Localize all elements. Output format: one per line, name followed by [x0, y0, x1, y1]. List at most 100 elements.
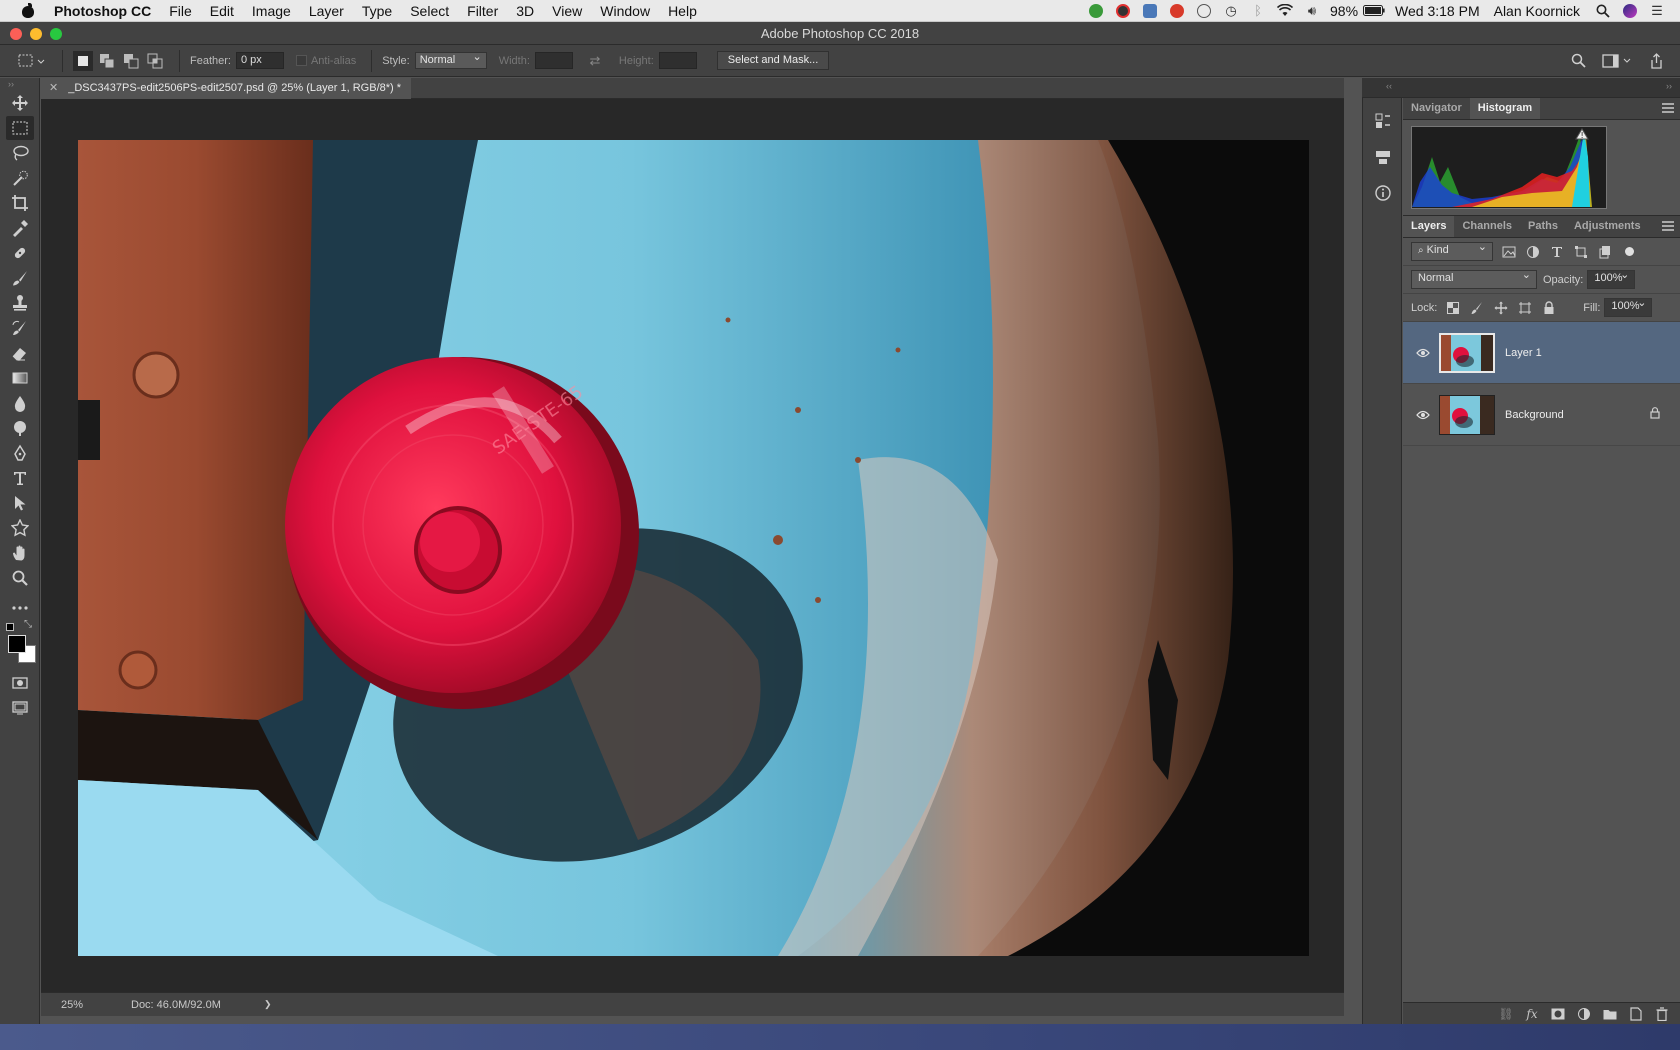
- info-panel-icon[interactable]: [1370, 180, 1396, 206]
- document-tab[interactable]: ✕ _DSC3437PS-edit2506PS-edit2507.psd @ 2…: [41, 78, 412, 99]
- lock-image-pixels-icon[interactable]: [1469, 300, 1485, 316]
- select-and-mask-button[interactable]: Select and Mask...: [716, 51, 830, 70]
- path-selection-tool-icon[interactable]: [6, 491, 34, 515]
- new-group-folder-icon[interactable]: [1602, 1006, 1618, 1022]
- tab-adjustments[interactable]: Adjustments: [1566, 216, 1649, 237]
- tab-layers[interactable]: Layers: [1403, 216, 1455, 237]
- image-canvas[interactable]: SAE-STE-65: [78, 140, 1309, 956]
- notification-center-icon[interactable]: ☰: [1648, 3, 1666, 19]
- share-icon[interactable]: [1646, 51, 1666, 71]
- lasso-tool-icon[interactable]: [6, 141, 34, 165]
- collapse-dock-icon[interactable]: ‹‹: [1386, 81, 1392, 91]
- layer-style-fx-icon[interactable]: fx: [1524, 1006, 1540, 1022]
- tab-channels[interactable]: Channels: [1454, 216, 1520, 237]
- lock-transparent-pixels-icon[interactable]: [1445, 300, 1461, 316]
- menu-file[interactable]: File: [169, 3, 192, 19]
- width-input[interactable]: [534, 52, 573, 69]
- lock-position-icon[interactable]: [1493, 300, 1509, 316]
- default-colors-icon[interactable]: [6, 623, 14, 631]
- rectangular-marquee-tool-icon[interactable]: [6, 116, 34, 140]
- menu-edit[interactable]: Edit: [210, 3, 234, 19]
- new-selection-icon[interactable]: [73, 50, 93, 71]
- layer-filter-kind-select[interactable]: ⌕ Kind: [1411, 240, 1493, 261]
- subtract-from-selection-icon[interactable]: [121, 51, 141, 71]
- foreground-color-swatch[interactable]: [8, 635, 26, 653]
- brush-tool-icon[interactable]: [6, 266, 34, 290]
- layer-name[interactable]: Layer 1: [1505, 347, 1542, 359]
- layer-name[interactable]: Background: [1505, 409, 1564, 421]
- swap-width-height-icon[interactable]: ⇄: [585, 51, 605, 71]
- height-input[interactable]: [658, 52, 697, 69]
- eraser-tool-icon[interactable]: [6, 341, 34, 365]
- search-icon[interactable]: [1568, 51, 1588, 71]
- lock-all-icon[interactable]: [1541, 300, 1557, 316]
- dodge-tool-icon[interactable]: [6, 416, 34, 440]
- status-app-blue-icon[interactable]: [1141, 3, 1159, 19]
- eyedropper-tool-icon[interactable]: [6, 216, 34, 240]
- delete-layer-trash-icon[interactable]: [1654, 1006, 1670, 1022]
- menu-layer[interactable]: Layer: [309, 3, 344, 19]
- move-tool-icon[interactable]: [6, 91, 34, 115]
- new-adjustment-layer-icon[interactable]: [1576, 1006, 1592, 1022]
- layer-thumbnail[interactable]: [1439, 394, 1495, 435]
- status-creative-cloud-icon[interactable]: [1114, 3, 1132, 19]
- status-app-red-icon[interactable]: [1168, 3, 1186, 19]
- siri-icon[interactable]: [1621, 3, 1639, 19]
- history-panel-icon[interactable]: [1370, 108, 1396, 134]
- layers-panel-menu-icon[interactable]: [1662, 221, 1674, 231]
- quick-selection-tool-icon[interactable]: [6, 166, 34, 190]
- menu-view[interactable]: View: [552, 3, 582, 19]
- anti-alias-checkbox[interactable]: [295, 55, 307, 66]
- status-info-arrow-icon[interactable]: ❯: [264, 999, 272, 1010]
- menubar-clock[interactable]: Wed 3:18 PM: [1395, 3, 1480, 19]
- filter-shape-layers-icon[interactable]: [1573, 244, 1589, 260]
- lock-artboard-icon[interactable]: [1517, 300, 1533, 316]
- bluetooth-icon[interactable]: ᛒ: [1249, 3, 1267, 19]
- menubar-user[interactable]: Alan Koornick: [1494, 3, 1580, 19]
- add-layer-mask-icon[interactable]: [1550, 1006, 1566, 1022]
- apple-logo-icon[interactable]: [20, 2, 36, 19]
- add-to-selection-icon[interactable]: [97, 51, 117, 71]
- history-brush-tool-icon[interactable]: [6, 316, 34, 340]
- menu-type[interactable]: Type: [362, 3, 392, 19]
- pen-tool-icon[interactable]: [6, 441, 34, 465]
- feather-input[interactable]: 0 px: [235, 52, 284, 69]
- filter-pixel-layers-icon[interactable]: [1501, 244, 1517, 260]
- zoom-window-button[interactable]: [50, 28, 62, 40]
- layer-visibility-eye-icon[interactable]: [1411, 410, 1435, 420]
- menu-window[interactable]: Window: [600, 3, 650, 19]
- tools-collapse-icon[interactable]: ››: [0, 78, 39, 90]
- screen-mode-icon[interactable]: [6, 696, 34, 720]
- spotlight-search-icon[interactable]: [1594, 3, 1612, 19]
- more-tools-icon[interactable]: [6, 596, 34, 620]
- custom-shape-tool-icon[interactable]: [6, 516, 34, 540]
- swap-colors-icon[interactable]: ⤡: [24, 619, 32, 630]
- fill-input[interactable]: 100%: [1604, 296, 1653, 317]
- blend-mode-select[interactable]: Normal: [1411, 268, 1537, 289]
- gradient-tool-icon[interactable]: [6, 366, 34, 390]
- status-alert-icon[interactable]: [1195, 3, 1213, 19]
- intersect-selection-icon[interactable]: [145, 51, 165, 71]
- layer-visibility-eye-icon[interactable]: [1411, 348, 1435, 358]
- collapse-panels-icon[interactable]: ››: [1666, 81, 1672, 91]
- status-app-green-icon[interactable]: [1087, 3, 1105, 19]
- minimize-window-button[interactable]: [30, 28, 42, 40]
- tab-paths[interactable]: Paths: [1520, 216, 1566, 237]
- workspace-switcher-icon[interactable]: [1600, 51, 1634, 71]
- blur-tool-icon[interactable]: [6, 391, 34, 415]
- volume-icon[interactable]: 🔊︎: [1303, 3, 1321, 19]
- close-document-icon[interactable]: ✕: [49, 78, 58, 99]
- filter-smart-objects-icon[interactable]: [1597, 244, 1613, 260]
- menu-3d[interactable]: 3D: [516, 3, 534, 19]
- tab-histogram[interactable]: Histogram: [1469, 98, 1541, 119]
- layer-row-background[interactable]: Background: [1403, 384, 1680, 446]
- zoom-tool-icon[interactable]: [6, 566, 34, 590]
- layer-row-layer-1[interactable]: Layer 1: [1403, 322, 1680, 384]
- crop-tool-icon[interactable]: [6, 191, 34, 215]
- filter-type-layers-icon[interactable]: [1549, 244, 1565, 260]
- layer-thumbnail[interactable]: [1439, 332, 1495, 373]
- tab-navigator[interactable]: Navigator: [1403, 98, 1470, 119]
- filter-adjustment-layers-icon[interactable]: [1525, 244, 1541, 260]
- panels-collapse-bar[interactable]: ‹‹ ››: [1362, 78, 1680, 98]
- histogram-panel-menu-icon[interactable]: [1662, 103, 1674, 113]
